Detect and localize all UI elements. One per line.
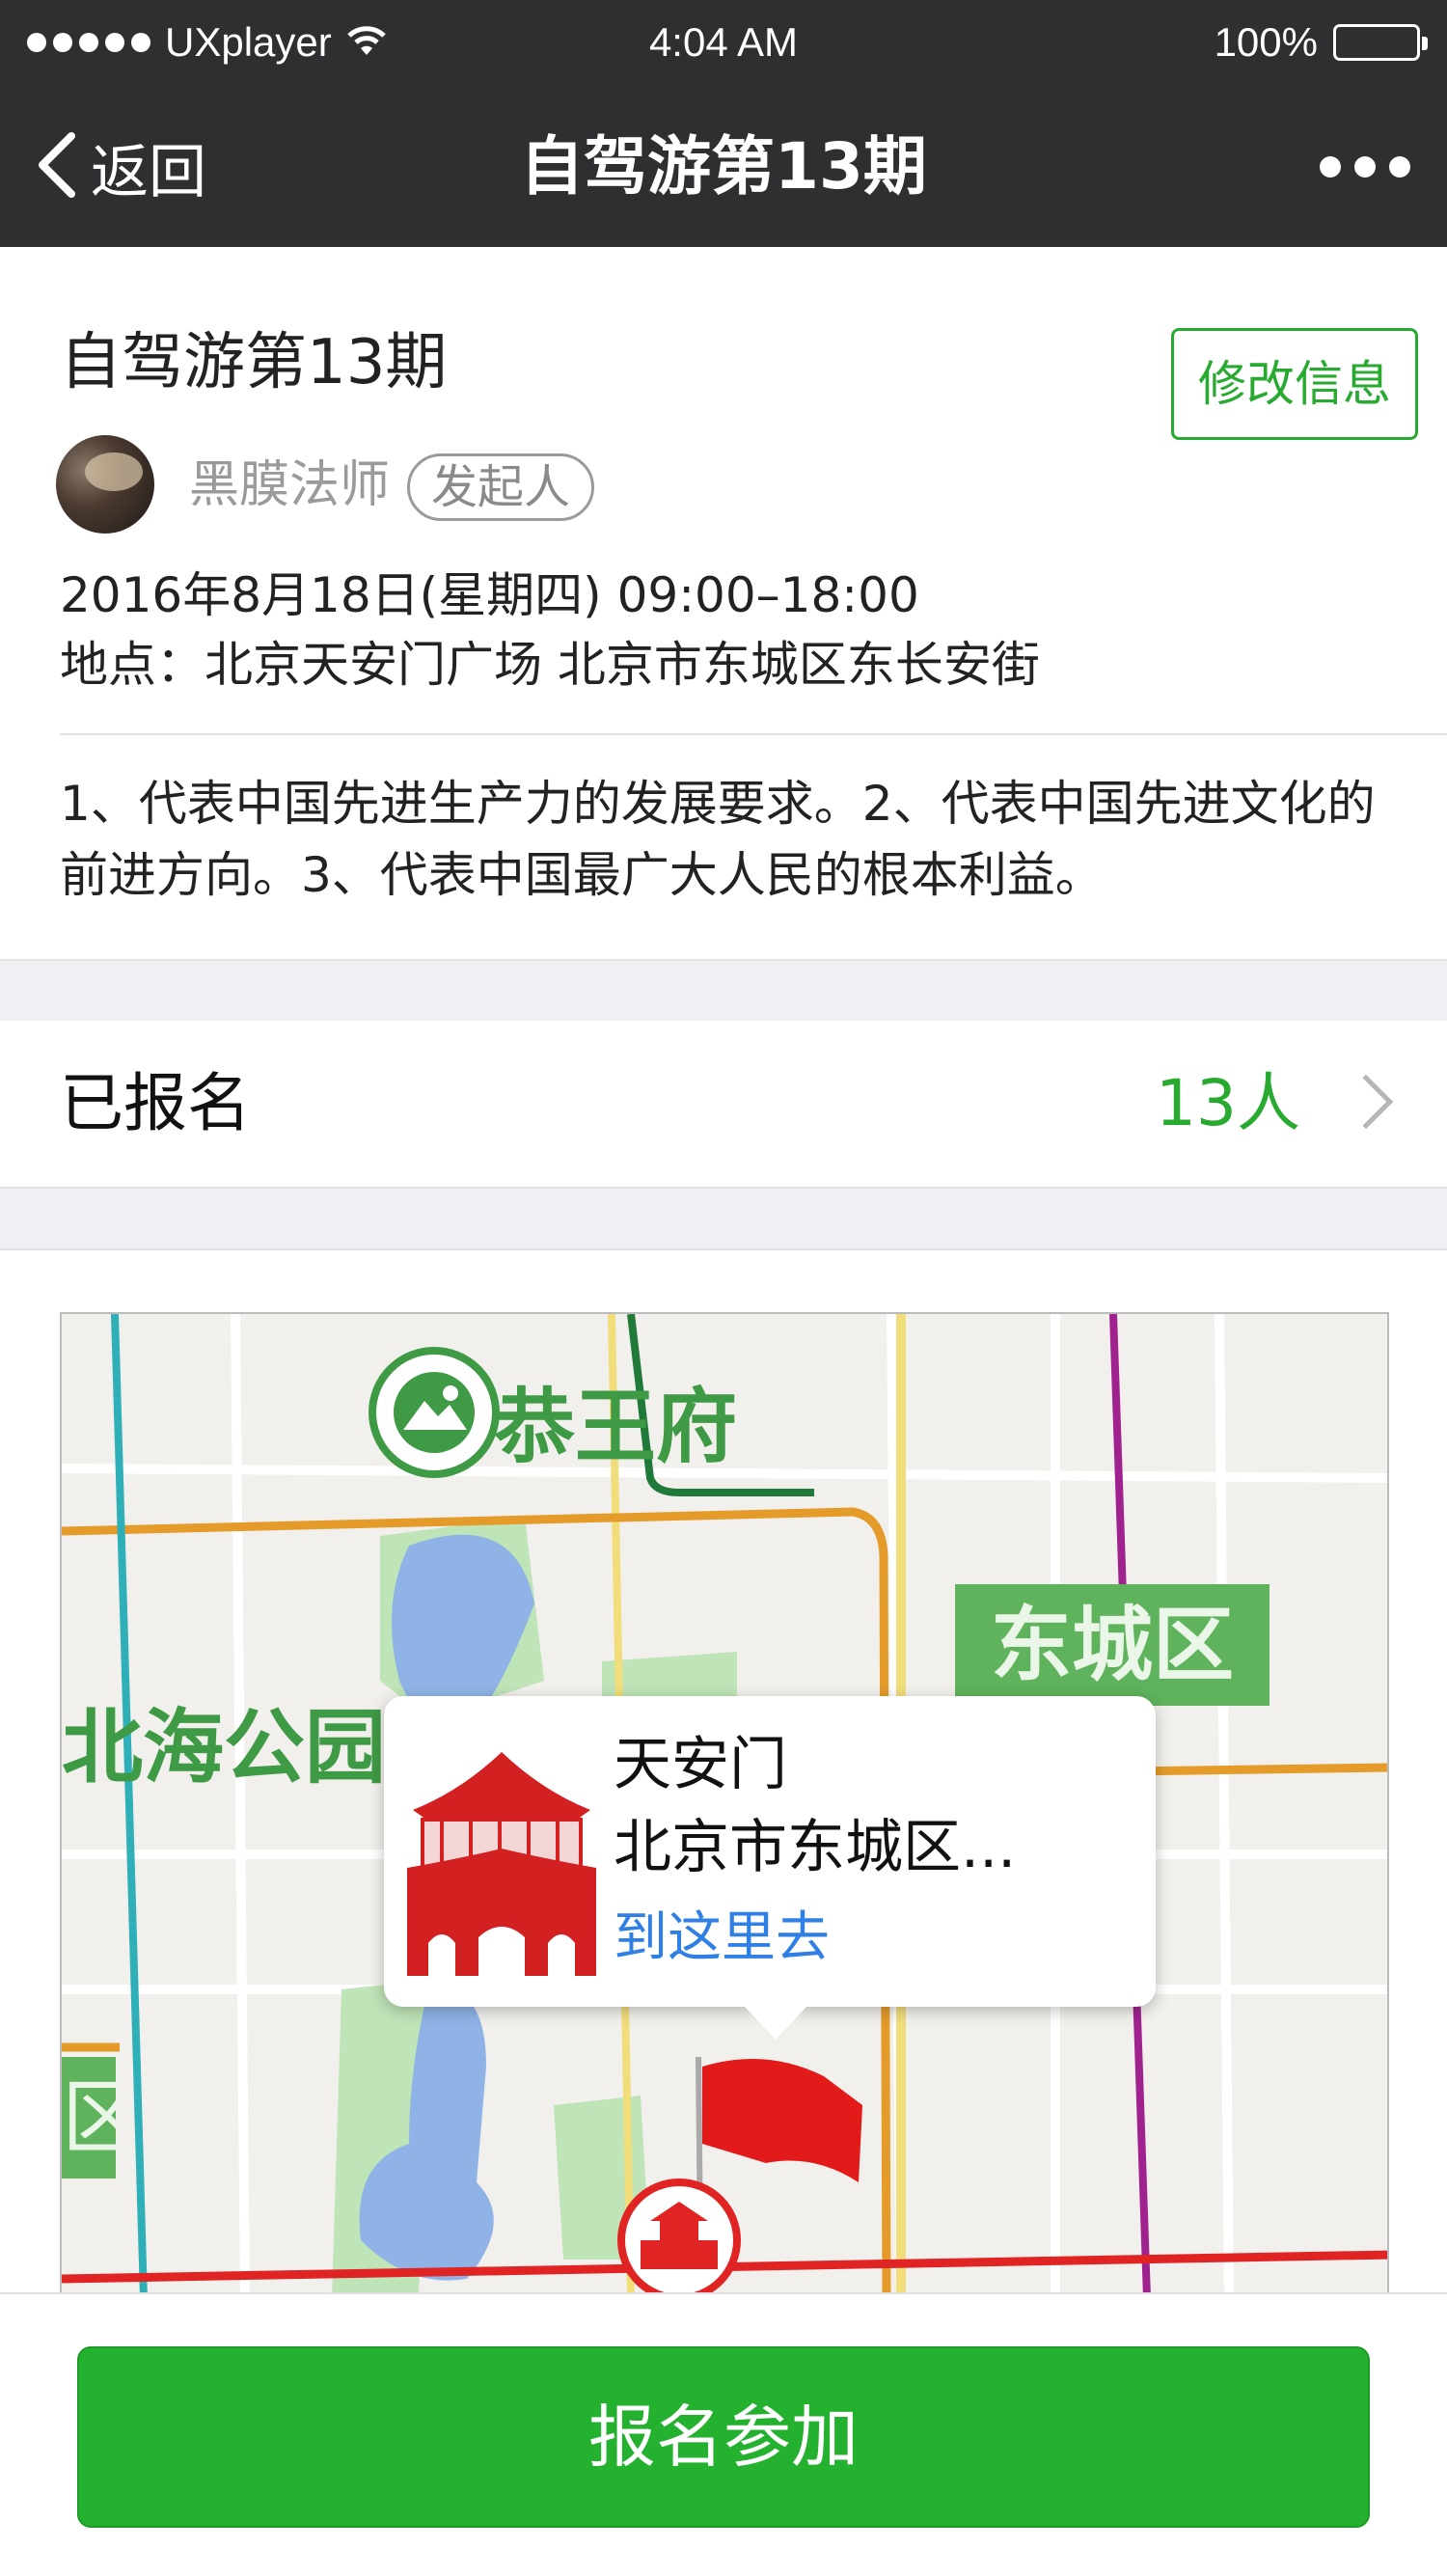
- bottom-action-bar: 报名参加: [0, 2292, 1447, 2576]
- district-label: 东城区: [955, 1584, 1270, 1706]
- poi-label-beihai[interactable]: 北海公园: [62, 1683, 386, 1799]
- tiananmen-image: [403, 1723, 600, 1982]
- nav-bar: 返回 自驾游第13期: [0, 87, 1447, 247]
- more-dot: [1354, 156, 1376, 178]
- event-info-card: 自驾游第13期 修改信息 黑膜法师 发起人 2016年8月18日(星期四) 09…: [0, 247, 1447, 959]
- registered-row[interactable]: 已报名 13人: [0, 1021, 1447, 1187]
- event-description: 1、代表中国先进生产力的发展要求。2、代表中国先进文化的前进方向。3、代表中国最…: [60, 776, 1376, 903]
- edit-info-button[interactable]: 修改信息: [1171, 328, 1418, 440]
- district-label-partial: 区: [62, 2057, 116, 2179]
- more-dots-icon[interactable]: [1306, 145, 1410, 189]
- event-datetime: 2016年8月18日(星期四) 09:00–18:00: [60, 567, 919, 623]
- section-gap: [0, 1187, 1447, 1250]
- more-dot: [1320, 156, 1341, 178]
- status-bar: UXplayer 4:04 AM 100%: [0, 0, 1447, 87]
- event-location: 地点：北京天安门广场 北京市东城区东长安街: [60, 637, 1040, 693]
- battery-status: 100%: [1214, 15, 1428, 69]
- page-title: 自驾游第13期: [520, 129, 927, 204]
- event-title: 自驾游第13期: [60, 327, 448, 398]
- poi-label-park[interactable]: 恭王府: [494, 1362, 737, 1479]
- avatar[interactable]: [56, 435, 154, 534]
- battery-percent: 100%: [1214, 19, 1318, 65]
- callout-address: 北京市东城区...: [614, 1814, 1017, 1881]
- organizer-name[interactable]: 黑膜法师: [189, 452, 390, 519]
- section-gap: [0, 959, 1447, 1023]
- registered-label: 已报名: [60, 1066, 251, 1140]
- join-button[interactable]: 报名参加: [77, 2346, 1370, 2528]
- navigate-here-link[interactable]: 到这里去: [614, 1899, 830, 1978]
- registered-count: 13人: [1156, 1066, 1300, 1140]
- more-dot: [1389, 156, 1410, 178]
- chevron-right-icon: [1338, 1074, 1394, 1130]
- map-view[interactable]: 恭王府 北海公园 东城区 区: [60, 1312, 1389, 2296]
- divider: [60, 733, 1447, 735]
- organizer-role-badge: 发起人: [407, 453, 595, 521]
- callout-title: 天安门: [614, 1731, 787, 1798]
- battery-icon: [1333, 24, 1428, 61]
- location-callout[interactable]: 天安门 北京市东城区... 到这里去: [384, 1696, 1156, 2040]
- map-section: 恭王府 北海公园 东城区 区: [0, 1250, 1447, 2296]
